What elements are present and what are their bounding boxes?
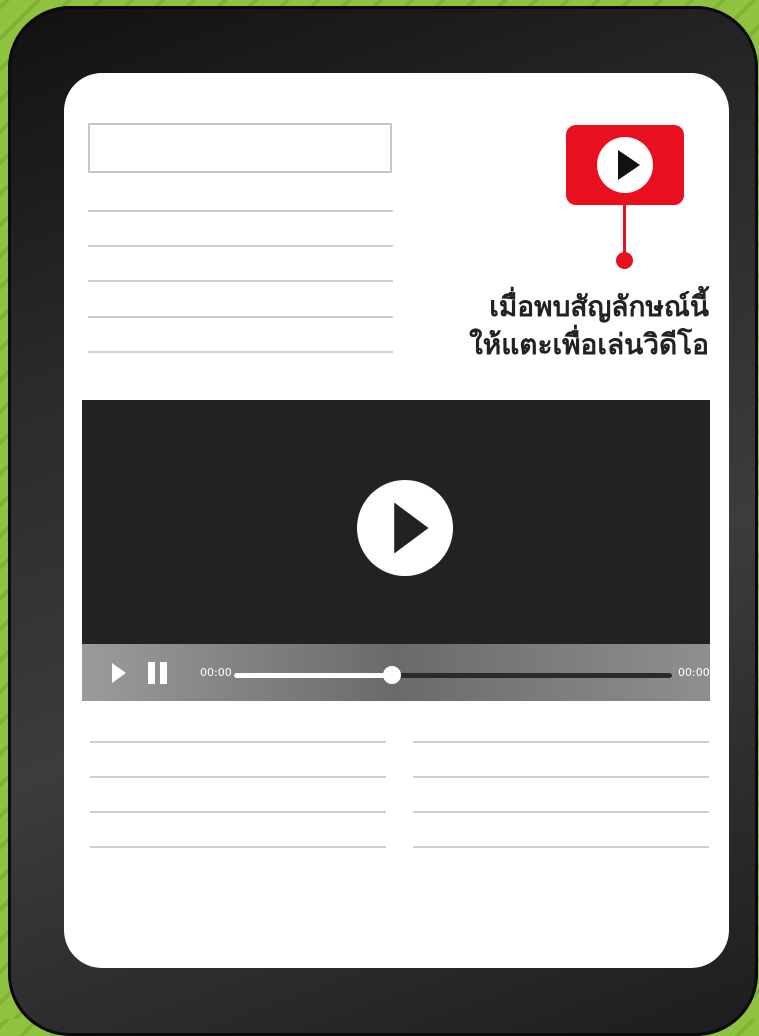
- tablet-frame: เมื่อพบสัญลักษณ์นี้ ให้แตะเพื่อเล่นวิดีโ…: [8, 6, 758, 1036]
- text-line: [90, 741, 386, 743]
- text-line: [88, 316, 393, 318]
- text-line: [413, 846, 709, 848]
- progress-track[interactable]: [234, 666, 672, 684]
- play-circle-icon: [597, 137, 653, 193]
- text-line: [90, 811, 386, 813]
- text-line: [88, 245, 393, 247]
- time-end: 00:00: [678, 666, 710, 679]
- hint-text: เมื่อพบสัญลักษณ์นี้ ให้แตะเพื่อเล่นวิดีโ…: [414, 288, 709, 364]
- tablet-screen: เมื่อพบสัญลักษณ์นี้ ให้แตะเพื่อเล่นวิดีโ…: [64, 73, 729, 968]
- article-title-placeholder: [88, 123, 392, 173]
- time-start: 00:00: [200, 666, 232, 679]
- callout-line: [623, 205, 626, 259]
- text-line: [413, 811, 709, 813]
- video-badge[interactable]: [566, 125, 684, 205]
- hint-line-2: ให้แตะเพื่อเล่นวิดีโอ: [469, 328, 709, 361]
- text-line: [413, 741, 709, 743]
- play-icon[interactable]: [112, 663, 126, 683]
- text-line: [88, 280, 393, 282]
- progress-fill: [234, 673, 392, 678]
- progress-handle[interactable]: [382, 666, 401, 684]
- video-player[interactable]: [82, 400, 710, 644]
- callout-dot: [616, 252, 633, 269]
- text-line: [88, 351, 393, 353]
- text-line: [413, 776, 709, 778]
- text-line: [90, 776, 386, 778]
- video-controls: 00:00 00:00: [82, 644, 710, 701]
- pause-icon[interactable]: [148, 662, 168, 684]
- text-line: [88, 210, 393, 212]
- text-line: [90, 846, 386, 848]
- hint-line-1: เมื่อพบสัญลักษณ์นี้: [489, 290, 709, 323]
- play-circle-icon[interactable]: [356, 479, 454, 577]
